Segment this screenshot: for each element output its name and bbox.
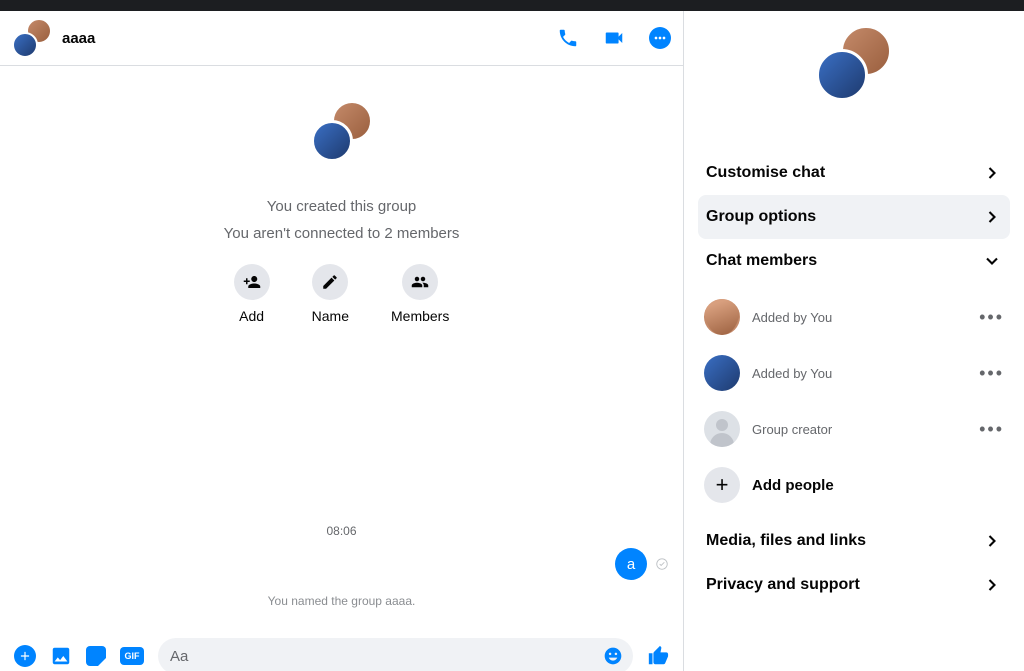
- member-subtitle: Group creator: [752, 422, 832, 437]
- member-options-icon[interactable]: •••: [979, 363, 1004, 384]
- composer-input-wrap[interactable]: [158, 638, 633, 671]
- chevron-right-icon: [982, 531, 1002, 551]
- voice-call-icon[interactable]: [557, 27, 579, 49]
- add-button[interactable]: Add: [234, 264, 270, 324]
- name-label: Name: [312, 308, 349, 324]
- intro-line-1: You created this group: [267, 198, 417, 215]
- chat-body: You created this group You aren't connec…: [0, 66, 683, 671]
- member-options-icon[interactable]: •••: [979, 307, 1004, 328]
- media-files-links-section[interactable]: Media, files and links: [698, 519, 1010, 563]
- system-message: You named the group aaaa.: [268, 594, 416, 608]
- chat-title: aaaa: [62, 30, 95, 47]
- privacy-support-section[interactable]: Privacy and support: [698, 563, 1010, 607]
- member-options-icon[interactable]: •••: [979, 419, 1004, 440]
- member-row[interactable]: Group creator •••: [698, 401, 1010, 457]
- members-icon: [402, 264, 438, 300]
- info-panel: Customise chat Group options Chat member…: [684, 11, 1024, 671]
- chat-header-avatar[interactable]: [12, 18, 52, 58]
- customise-chat-label: Customise chat: [706, 164, 825, 182]
- customise-chat-section[interactable]: Customise chat: [698, 151, 1010, 195]
- add-label: Add: [239, 308, 264, 324]
- member-avatar: [704, 299, 740, 335]
- chevron-down-icon: [982, 251, 1002, 271]
- chevron-right-icon: [982, 163, 1002, 183]
- message-row: a: [0, 538, 683, 580]
- pencil-icon: [312, 264, 348, 300]
- group-avatar: [311, 100, 373, 162]
- thumbs-up-icon[interactable]: [647, 645, 669, 667]
- chat-header: aaaa: [0, 11, 683, 66]
- photo-icon[interactable]: [50, 645, 72, 667]
- conversation-info-icon[interactable]: [649, 27, 671, 49]
- group-options-label: Group options: [706, 208, 816, 226]
- composer-input[interactable]: [170, 648, 621, 665]
- members-label: Members: [391, 308, 449, 324]
- plus-icon: +: [704, 467, 740, 503]
- message-bubble[interactable]: a: [615, 548, 647, 580]
- delivered-icon: [655, 557, 669, 571]
- video-call-icon[interactable]: [603, 27, 625, 49]
- sticker-icon[interactable]: [86, 646, 106, 666]
- members-list: Added by You ••• Added by You ••• Group …: [698, 283, 1010, 519]
- intro-line-2: You aren't connected to 2 members: [224, 225, 460, 242]
- emoji-icon[interactable]: [603, 646, 623, 666]
- add-people-button[interactable]: + Add people: [698, 457, 1010, 513]
- member-avatar: [704, 411, 740, 447]
- composer: GIF: [0, 631, 683, 671]
- member-avatar: [704, 355, 740, 391]
- add-people-icon: [234, 264, 270, 300]
- chat-pane: aaaa You created this group You aren't c…: [0, 11, 684, 671]
- message-timestamp: 08:06: [326, 524, 356, 538]
- name-button[interactable]: Name: [312, 264, 349, 324]
- chat-members-label: Chat members: [706, 252, 817, 270]
- window-top-bar: [0, 0, 1024, 11]
- gif-icon[interactable]: GIF: [120, 647, 144, 665]
- group-options-section[interactable]: Group options: [698, 195, 1010, 239]
- add-people-label: Add people: [752, 477, 834, 494]
- chevron-right-icon: [982, 207, 1002, 227]
- member-row[interactable]: Added by You •••: [698, 345, 1010, 401]
- panel-group-avatar[interactable]: [816, 25, 892, 101]
- member-row[interactable]: Added by You •••: [698, 289, 1010, 345]
- members-button[interactable]: Members: [391, 264, 449, 324]
- open-more-actions-icon[interactable]: [14, 645, 36, 667]
- privacy-label: Privacy and support: [706, 576, 860, 594]
- member-subtitle: Added by You: [752, 366, 832, 381]
- member-subtitle: Added by You: [752, 310, 832, 325]
- chevron-right-icon: [982, 575, 1002, 595]
- media-label: Media, files and links: [706, 532, 866, 550]
- chat-members-section[interactable]: Chat members: [698, 239, 1010, 283]
